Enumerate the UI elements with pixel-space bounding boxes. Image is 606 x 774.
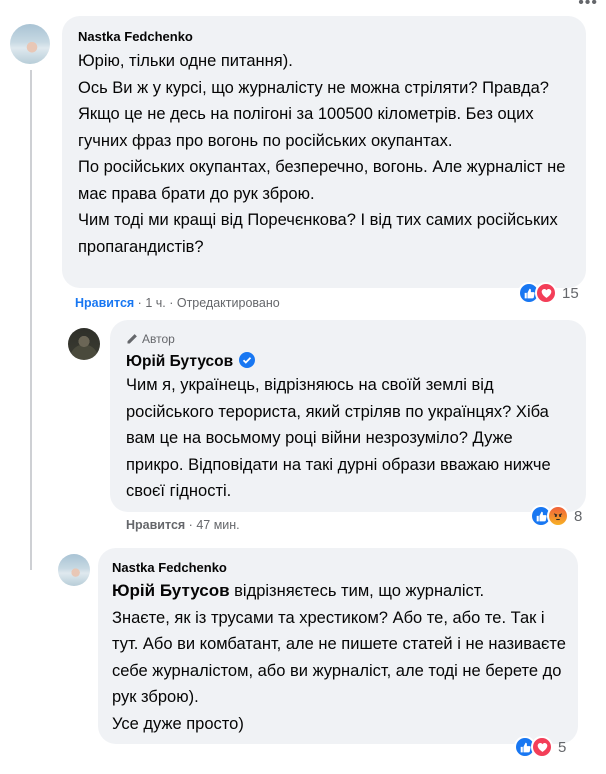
author-badge: Автор	[126, 332, 175, 346]
comment-meta: Нравится · 1 ч. · Отредактировано	[75, 296, 280, 310]
love-icon	[531, 736, 553, 758]
like-button[interactable]: Нравится	[126, 518, 185, 532]
avatar[interactable]	[68, 328, 100, 360]
comment-meta: Нравится · 47 мин.	[126, 518, 240, 532]
reaction-count: 5	[558, 738, 567, 756]
verified-badge-icon	[239, 352, 256, 368]
love-icon	[535, 282, 557, 304]
comment-bubble: Nastka Fedchenko Юрію, тільки одне питан…	[62, 16, 586, 288]
edited-label: Отредактировано	[176, 296, 280, 310]
reaction-summary[interactable]: 15	[518, 282, 579, 304]
pen-icon	[127, 334, 137, 344]
comment-text: Юрію, тільки одне питання). Ось Ви ж у к…	[78, 52, 566, 256]
comment-text: Чим я, українець, відрізняюсь на своїй з…	[126, 376, 551, 500]
avatar[interactable]	[10, 24, 50, 64]
like-button[interactable]: Нравится	[75, 296, 134, 310]
comment-author[interactable]: Юрій Бутусов	[126, 352, 256, 371]
comment-timestamp[interactable]: 1 ч.	[145, 296, 165, 310]
comment-text: Юрій Бутусов відрізняєтесь тим, що журна…	[112, 581, 566, 733]
angry-icon	[547, 505, 569, 527]
reaction-summary[interactable]: 8	[530, 505, 582, 527]
reaction-count: 8	[574, 507, 583, 525]
reply-bubble: Автор Юрій Бутусов Чим я, українець, від…	[110, 320, 586, 512]
comment-author[interactable]: Nastka Fedchenko	[78, 29, 193, 44]
comment-timestamp[interactable]: 47 мин.	[196, 518, 239, 532]
reaction-summary[interactable]: 5	[514, 736, 566, 758]
thread-line	[30, 70, 32, 570]
comment-author[interactable]: Nastka Fedchenko	[112, 560, 227, 575]
mention-link[interactable]: Юрій Бутусов	[112, 581, 230, 600]
reply-bubble: Nastka Fedchenko Юрій Бутусов відрізняєт…	[98, 548, 578, 744]
reaction-count: 15	[562, 284, 579, 302]
more-options-icon[interactable]: •••	[578, 0, 598, 12]
avatar[interactable]	[58, 554, 90, 586]
